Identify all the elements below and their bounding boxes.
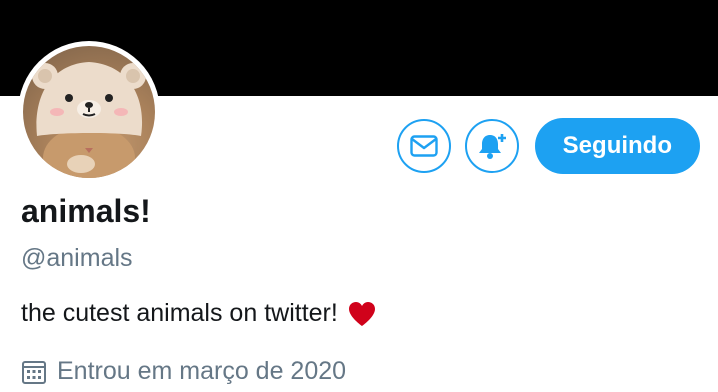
- profile-name: animals!: [21, 193, 151, 229]
- heart-icon: [348, 301, 375, 326]
- notifications-button[interactable]: [464, 119, 519, 173]
- bear-hat-cat-illustration: [32, 62, 146, 178]
- bio-text: the cutest animals on twitter!: [21, 299, 338, 327]
- profile-avatar[interactable]: [18, 41, 160, 183]
- profile-actions: Seguindo: [396, 118, 700, 174]
- joined-text: Entrou em março de 2020: [57, 357, 347, 385]
- profile-joined-date: Entrou em março de 2020: [21, 357, 346, 386]
- profile-handle: @animals: [21, 244, 133, 272]
- message-button[interactable]: [396, 119, 451, 173]
- following-button[interactable]: Seguindo: [534, 118, 700, 174]
- avatar-image: [23, 46, 155, 178]
- bell-plus-icon: [478, 134, 506, 159]
- profile-bio: the cutest animals on twitter!: [21, 299, 376, 328]
- calendar-icon: [22, 360, 46, 384]
- envelope-icon: [409, 135, 438, 157]
